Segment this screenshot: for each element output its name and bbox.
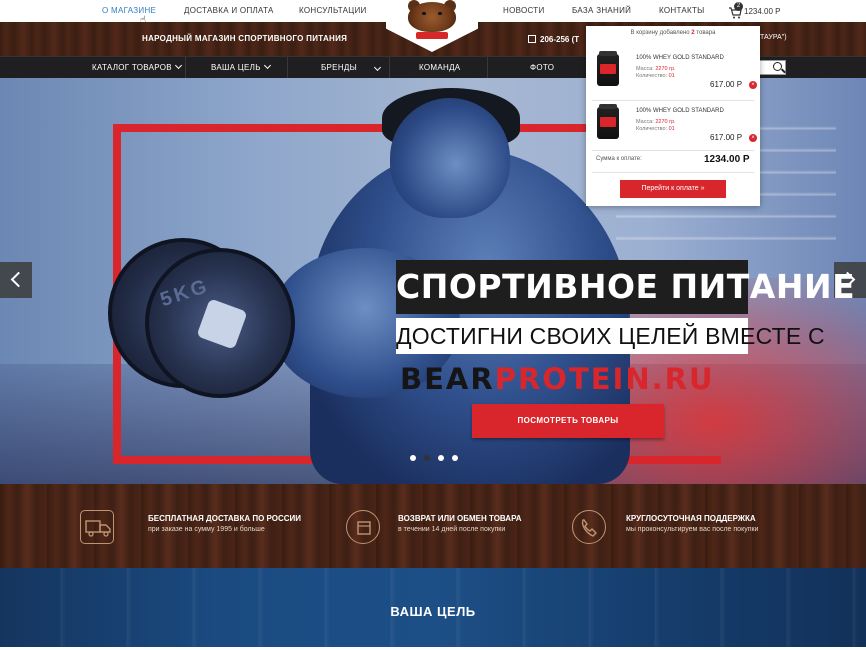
- remove-item-icon[interactable]: ×: [749, 134, 757, 142]
- feature-text: в течении 14 дней после покупки: [398, 526, 506, 533]
- nav-team[interactable]: КОМАНДА: [419, 63, 460, 72]
- logo-band: [416, 32, 448, 39]
- feature-text: при заказе на сумму 1995 и больше: [148, 526, 265, 533]
- bear-logo-icon: [408, 2, 456, 32]
- divider: [592, 150, 754, 151]
- cart-item-name[interactable]: 100% WHEY GOLD STANDARD: [636, 55, 724, 61]
- chevron-down-icon[interactable]: [373, 63, 382, 72]
- feature-title: КРУГЛОСУТОЧНАЯ ПОДДЕРЖКА: [626, 514, 756, 523]
- feature-text: мы проконсультируем вас после покупки: [626, 526, 759, 533]
- cart-item-name[interactable]: 100% WHEY GOLD STANDARD: [636, 108, 724, 114]
- cart-item-qty: Количество: 01: [636, 126, 675, 132]
- phone-support-icon: [572, 510, 606, 544]
- remove-item-icon[interactable]: ×: [749, 81, 757, 89]
- cart-item: 100% WHEY GOLD STANDARD Масса: 2270 гр. …: [586, 50, 760, 102]
- topnav-consult[interactable]: КОНСУЛЬТАЦИИ: [299, 6, 367, 15]
- nav-photo[interactable]: ФОТО: [530, 63, 554, 72]
- cart-sum-label: Сумма к оплате:: [596, 156, 642, 162]
- topnav-delivery[interactable]: ДОСТАВКА И ОПЛАТА: [184, 6, 274, 15]
- bear-eye: [422, 12, 426, 15]
- bear-eye: [438, 12, 442, 15]
- cart-count-badge: 2: [734, 2, 743, 11]
- hero-brand: BEARPROTEIN.RU: [400, 362, 715, 396]
- cart-total: 1234.00 Р: [744, 7, 781, 16]
- slider-prev-button[interactable]: [0, 262, 32, 298]
- phone-icon: [528, 35, 536, 43]
- cart-mini[interactable]: 2 1234.00 Р: [728, 2, 781, 19]
- topnav-knowledge[interactable]: БАЗА ЗНАНИЙ: [572, 6, 631, 15]
- address-fragment: ТАУРА"): [760, 34, 787, 41]
- exchange-box-icon: [346, 510, 380, 544]
- goal-title: ВАША ЦЕЛЬ: [390, 604, 476, 619]
- cart-item-price: 617.00 Р: [710, 133, 743, 142]
- nav-goal[interactable]: ВАША ЦЕЛЬ: [211, 61, 271, 72]
- nav-divider: [487, 57, 488, 79]
- features-strip: БЕСПЛАТНАЯ ДОСТАВКА ПО РОССИИ при заказе…: [0, 484, 866, 568]
- cart-dropdown-header: В корзину добавлено 2 товара: [630, 30, 716, 36]
- search-input[interactable]: [756, 60, 786, 75]
- hero-title: СПОРТИВНОЕ ПИТАНИЕ: [396, 260, 855, 314]
- goal-section: ВАША ЦЕЛЬ: [0, 568, 866, 650]
- cart-sum-value: 1234.00 Р: [704, 154, 750, 165]
- product-image[interactable]: [597, 51, 619, 86]
- slider-dots: [410, 455, 458, 461]
- divider: [592, 100, 754, 101]
- hero-subtitle: ДОСТИГНИ СВОИХ ЦЕЛЕЙ ВМЕСТЕ С: [396, 318, 825, 354]
- slider-dot[interactable]: [410, 455, 416, 461]
- nav-catalog[interactable]: КАТАЛОГ ТОВАРОВ: [92, 61, 182, 72]
- nav-divider: [287, 57, 288, 79]
- slider-dot[interactable]: [452, 455, 458, 461]
- nav-divider: [389, 57, 390, 79]
- search-icon[interactable]: [773, 62, 782, 71]
- view-products-button[interactable]: ПОСМОТРЕТЬ ТОВАРЫ: [472, 404, 664, 438]
- page: О МАГАЗИНЕ ДОСТАВКА И ОПЛАТА КОНСУЛЬТАЦИ…: [0, 0, 866, 650]
- divider: [592, 172, 754, 173]
- nav-brands[interactable]: БРЕНДЫ: [321, 63, 357, 72]
- store-tagline: НАРОДНЫЙ МАГАЗИН СПОРТИВНОГО ПИТАНИЯ: [142, 34, 348, 43]
- cart-item-price: 617.00 Р: [710, 80, 743, 89]
- chevron-down-icon: [263, 61, 271, 70]
- double-chevron-right-icon: »: [700, 185, 705, 192]
- topnav-contacts[interactable]: КОНТАКТЫ: [659, 6, 705, 15]
- cart-item-qty: Количество: 01: [636, 73, 675, 79]
- topnav-about[interactable]: О МАГАЗИНЕ: [102, 6, 156, 15]
- cart-dropdown: В корзину добавлено 2 товара 100% WHEY G…: [586, 26, 760, 206]
- product-image[interactable]: [597, 104, 619, 139]
- athlete-head: [390, 98, 510, 218]
- slider-dot[interactable]: [438, 455, 444, 461]
- cart-item: 100% WHEY GOLD STANDARD Масса: 2270 гр. …: [586, 103, 760, 155]
- slider-dot-active[interactable]: [424, 455, 430, 461]
- phone-number[interactable]: 206-256 (Т: [528, 34, 579, 44]
- cart-item-mass: Масса: 2270 гр.: [636, 119, 676, 125]
- chevron-left-icon: [10, 271, 27, 288]
- feature-title: БЕСПЛАТНАЯ ДОСТАВКА ПО РОССИИ: [148, 514, 302, 523]
- topnav-news[interactable]: НОВОСТИ: [503, 6, 545, 15]
- feature-title: ВОЗВРАТ ИЛИ ОБМЕН ТОВАРА: [398, 514, 522, 523]
- chevron-down-icon: [174, 61, 182, 70]
- checkout-button[interactable]: Перейти к оплате »: [620, 180, 726, 198]
- dumbbell-image: 5KG: [90, 238, 300, 408]
- nav-divider: [185, 57, 186, 79]
- cart-item-mass: Масса: 2270 гр.: [636, 66, 676, 72]
- delivery-truck-icon: [80, 510, 114, 544]
